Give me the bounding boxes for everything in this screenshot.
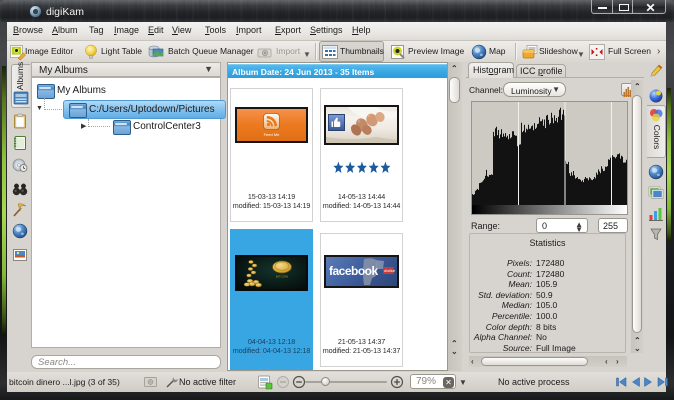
svg-text:BITCOIN: BITCOIN [276, 275, 288, 279]
